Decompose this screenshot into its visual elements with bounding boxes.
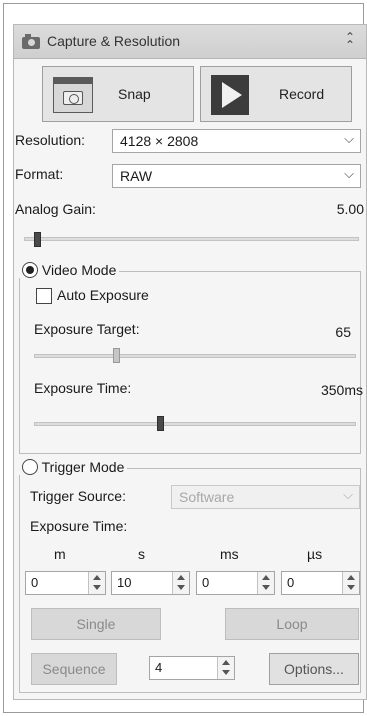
- snap-button[interactable]: Snap: [42, 66, 194, 122]
- exposure-target-label: Exposure Target:: [34, 321, 140, 337]
- exposure-time-slider-thumb[interactable]: [156, 416, 164, 431]
- snap-label: Snap: [118, 86, 151, 102]
- resolution-label: Resolution:: [15, 132, 86, 148]
- format-label: Format:: [15, 166, 64, 182]
- record-label: Record: [279, 86, 325, 102]
- minutes-spinbox[interactable]: 0: [25, 571, 106, 595]
- exposure-target-slider-thumb[interactable]: [112, 348, 120, 363]
- sequence-button[interactable]: Sequence: [31, 653, 117, 685]
- play-icon: [211, 75, 249, 115]
- milliseconds-value: 0: [202, 575, 210, 590]
- milliseconds-spinbox[interactable]: 0: [196, 571, 275, 595]
- chevron-down-icon: ⌵: [344, 166, 354, 181]
- video-mode-title[interactable]: Video Mode: [19, 262, 120, 278]
- microseconds-spinbox[interactable]: 0: [281, 571, 360, 595]
- trigger-mode-radio[interactable]: [22, 459, 38, 475]
- trigger-mode-label: Trigger Mode: [41, 459, 125, 475]
- camera-icon: [22, 34, 40, 49]
- window-frame: Capture & Resolution ⌃ ⌃ Snap Record Reso…: [3, 3, 367, 713]
- unit-microseconds: µs: [307, 546, 323, 562]
- trigger-exposure-time-label: Exposure Time:: [30, 518, 128, 534]
- exposure-time-value: 350ms: [320, 382, 363, 398]
- unit-milliseconds: ms: [220, 546, 239, 562]
- analog-gain-slider-thumb[interactable]: [33, 232, 41, 247]
- spin-arrows-icon[interactable]: [88, 572, 105, 594]
- format-select[interactable]: RAW ⌵: [112, 164, 361, 188]
- chevron-down-icon: ⌵: [344, 131, 354, 146]
- sequence-count-spinbox[interactable]: 4: [149, 656, 235, 680]
- exposure-time-slider-track[interactable]: [34, 422, 356, 426]
- resolution-select[interactable]: 4128 × 2808 ⌵: [112, 129, 361, 153]
- spin-arrows-icon[interactable]: [342, 572, 359, 594]
- panel-header[interactable]: Capture & Resolution ⌃ ⌃: [14, 25, 366, 59]
- record-button[interactable]: Record: [200, 66, 352, 122]
- loop-button[interactable]: Loop: [225, 608, 359, 640]
- auto-exposure-checkbox[interactable]: [36, 288, 52, 304]
- trigger-source-value: Software: [179, 489, 235, 505]
- exposure-time-label: Exposure Time:: [34, 380, 132, 396]
- microseconds-value: 0: [287, 575, 295, 590]
- chevron-double-up-icon[interactable]: ⌃ ⌃: [344, 31, 356, 51]
- trigger-mode-title[interactable]: Trigger Mode: [19, 459, 128, 475]
- trigger-source-select[interactable]: Software ⌵: [171, 485, 360, 509]
- analog-gain-value: 5.00: [336, 201, 364, 217]
- analog-gain-slider-track[interactable]: [24, 237, 359, 241]
- spin-arrows-icon[interactable]: [217, 657, 234, 679]
- exposure-target-value: 65: [335, 324, 351, 340]
- exposure-target-slider-track[interactable]: [34, 354, 356, 358]
- spin-arrows-icon[interactable]: [172, 572, 189, 594]
- snapshot-icon: [53, 77, 93, 113]
- unit-minutes: m: [54, 546, 66, 562]
- seconds-spinbox[interactable]: 10: [111, 571, 190, 595]
- trigger-source-label: Trigger Source:: [30, 488, 126, 504]
- single-button[interactable]: Single: [31, 608, 161, 640]
- panel-title: Capture & Resolution: [47, 33, 181, 49]
- format-value: RAW: [120, 168, 153, 184]
- resolution-value: 4128 × 2808: [120, 133, 199, 149]
- minutes-value: 0: [31, 575, 39, 590]
- sequence-count-value: 4: [155, 660, 163, 675]
- auto-exposure-label: Auto Exposure: [57, 287, 149, 303]
- unit-seconds: s: [138, 546, 145, 562]
- video-mode-label: Video Mode: [41, 262, 117, 278]
- capture-resolution-panel: Capture & Resolution ⌃ ⌃ Snap Record Reso…: [13, 24, 367, 700]
- spin-arrows-icon[interactable]: [257, 572, 274, 594]
- chevron-down-icon: ⌵: [343, 487, 353, 502]
- options-button[interactable]: Options...: [269, 653, 359, 685]
- video-mode-radio[interactable]: [22, 262, 38, 278]
- analog-gain-label: Analog Gain:: [15, 201, 96, 217]
- seconds-value: 10: [117, 575, 132, 590]
